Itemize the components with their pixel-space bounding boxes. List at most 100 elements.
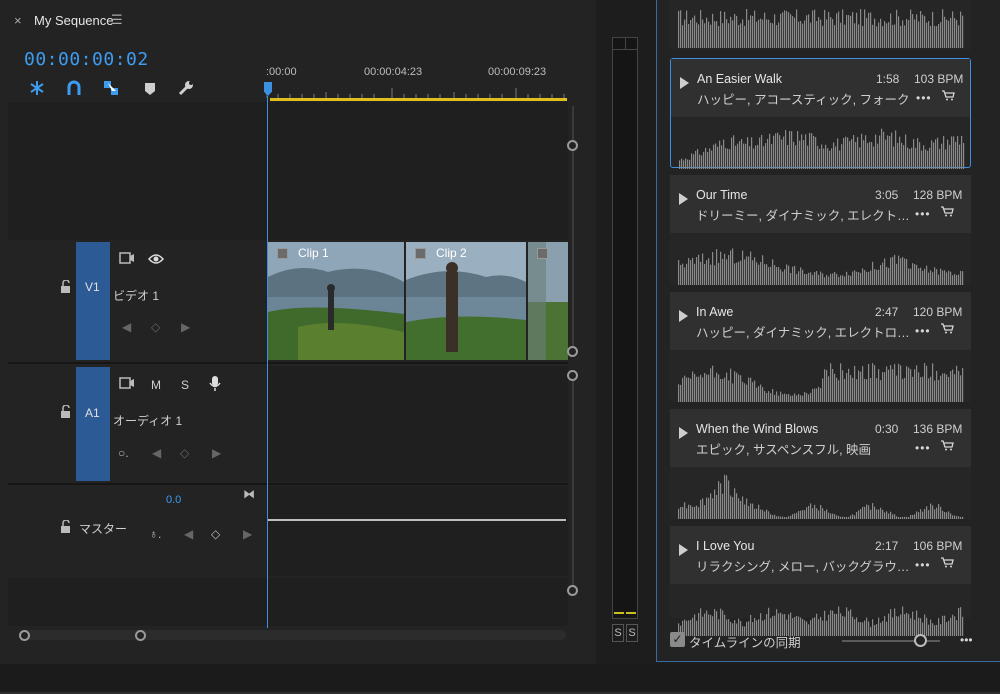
timeline-sync-label[interactable]: タイムラインの同期 [689,632,801,651]
song-card[interactable]: In Awe 2:47 120 BPM ハッピー, ダイナミック, エレクトロ…… [670,292,971,402]
add-keyframe-icon[interactable]: ◇ [151,320,160,334]
solo-right-button[interactable]: S [626,624,638,642]
song-duration: 3:05 [875,188,899,202]
sequence-tab-title[interactable]: My Sequence [34,13,114,28]
panel-menu-icon[interactable]: ☰ [111,12,123,28]
v1-track-name[interactable]: ビデオ 1 [113,287,159,304]
playhead-timecode[interactable]: 00:00:00:02 [24,49,149,70]
song-tags: エピック, サスペンスフル, 映画 [696,443,872,457]
add-keyframe-icon[interactable]: ◇ [180,446,189,460]
cart-icon[interactable] [941,206,954,217]
waveform-zoom-handle[interactable] [914,634,927,647]
solo-button[interactable]: S [181,378,189,392]
cart-icon[interactable] [941,557,954,568]
song-title[interactable]: When the Wind Blows [696,422,818,436]
sync-lock-icon[interactable] [119,376,135,390]
prev-keyframe-icon[interactable]: ◀ [122,320,131,334]
panel-more-icon[interactable]: ••• [960,633,973,647]
master-volume-line[interactable] [268,519,566,521]
play-icon[interactable] [680,77,689,89]
song-card[interactable]: An Easier Walk 1:58 103 BPM ハッピー, アコースティ… [670,58,971,169]
timeline-sync-checkbox[interactable]: ✓ [670,632,685,647]
scroll-handle[interactable] [567,140,578,151]
song-card[interactable]: Our Time 3:05 128 BPM ドリーミー, ダイナミック, エレク… [670,175,971,285]
more-options-icon[interactable]: ••• [915,207,931,221]
song-title[interactable]: Our Time [696,188,747,202]
cart-icon[interactable] [941,323,954,334]
solo-left-button[interactable]: S [612,624,624,642]
volume-keyframe-icon[interactable]: ○. [118,446,129,460]
video-clip[interactable] [528,242,568,360]
wrench-icon[interactable] [177,79,195,97]
next-keyframe-icon[interactable]: ▶ [212,446,221,460]
more-options-icon[interactable]: ••• [915,324,931,338]
song-title[interactable]: I Love You [696,539,754,553]
track-divider[interactable] [8,362,568,364]
work-area-bar[interactable] [270,98,567,101]
add-keyframe-icon[interactable]: ◇ [211,527,220,541]
add-marker-icon[interactable] [141,79,159,97]
horizontal-zoom-scrollbar[interactable] [22,630,566,640]
eye-icon[interactable] [148,253,164,265]
play-icon[interactable] [679,544,688,556]
song-tags: ハッピー, アコースティック, フォーク [697,93,910,107]
prev-keyframe-icon[interactable]: ◀ [184,527,193,541]
status-bar [0,664,1000,694]
master-audio-meter-icon[interactable]: ⧓ [243,487,255,501]
song-title[interactable]: An Easier Walk [697,72,782,86]
unlock-icon[interactable] [60,405,72,418]
v1-target-button[interactable]: V1 [76,242,110,360]
scroll-handle[interactable] [567,370,578,381]
play-icon[interactable] [679,193,688,205]
song-card[interactable]: I Love You 2:17 106 BPM リラクシング, メロー, バック… [670,526,971,636]
a1-lane[interactable] [268,366,568,482]
song-card-header [670,175,971,233]
cart-icon[interactable] [941,440,954,451]
a1-target-button[interactable]: A1 [76,367,110,481]
more-options-icon[interactable]: ••• [915,558,931,572]
close-tab-icon[interactable]: × [14,13,22,28]
song-card[interactable]: When the Wind Blows 0:30 136 BPM エピック, サ… [670,409,971,519]
mute-button[interactable]: M [151,378,161,392]
next-keyframe-icon[interactable]: ▶ [243,527,252,541]
linked-selection-icon[interactable] [102,79,120,97]
microphone-icon[interactable] [209,375,221,392]
zoom-handle-right[interactable] [135,630,146,641]
insert-edit-icon[interactable] [28,79,46,97]
waveform[interactable] [678,471,964,519]
a1-track-name[interactable]: オーディオ 1 [113,412,182,429]
scroll-handle[interactable] [567,346,578,357]
track-divider[interactable] [8,483,568,485]
waveform[interactable] [678,237,964,285]
video-clip[interactable]: Clip 2 [406,242,526,360]
prev-keyframe-icon[interactable]: ◀ [152,446,161,460]
more-options-icon[interactable]: ••• [916,91,932,105]
audio-vertical-scrollbar[interactable] [572,376,574,592]
clip-thumbnail [268,242,404,360]
video-clip[interactable]: Clip 1 [268,242,404,360]
master-level-value[interactable]: 0.0 [166,494,181,506]
next-keyframe-icon[interactable]: ▶ [181,320,190,334]
sync-lock-icon[interactable] [119,251,135,265]
scroll-handle[interactable] [567,585,578,596]
song-bpm: 103 BPM [914,72,964,86]
v1-id: V1 [85,280,100,294]
master-lane[interactable] [268,486,568,576]
waveform[interactable] [679,121,965,169]
waveform[interactable] [678,354,964,402]
zoom-handle-left[interactable] [19,630,30,641]
cart-icon[interactable] [942,90,955,101]
waveform[interactable] [678,588,964,636]
snap-magnet-icon[interactable] [65,79,83,97]
waveform [678,8,964,48]
unlock-icon[interactable] [60,280,72,293]
play-icon[interactable] [679,427,688,439]
volume-keyframe-icon[interactable]: ♁. [149,527,161,541]
song-card-partial[interactable] [670,0,971,50]
play-icon[interactable] [679,310,688,322]
song-card-header [671,59,970,117]
more-options-icon[interactable]: ••• [915,441,931,455]
unlock-icon[interactable] [60,520,72,533]
song-title[interactable]: In Awe [696,305,733,319]
fx-badge-icon [415,248,426,259]
